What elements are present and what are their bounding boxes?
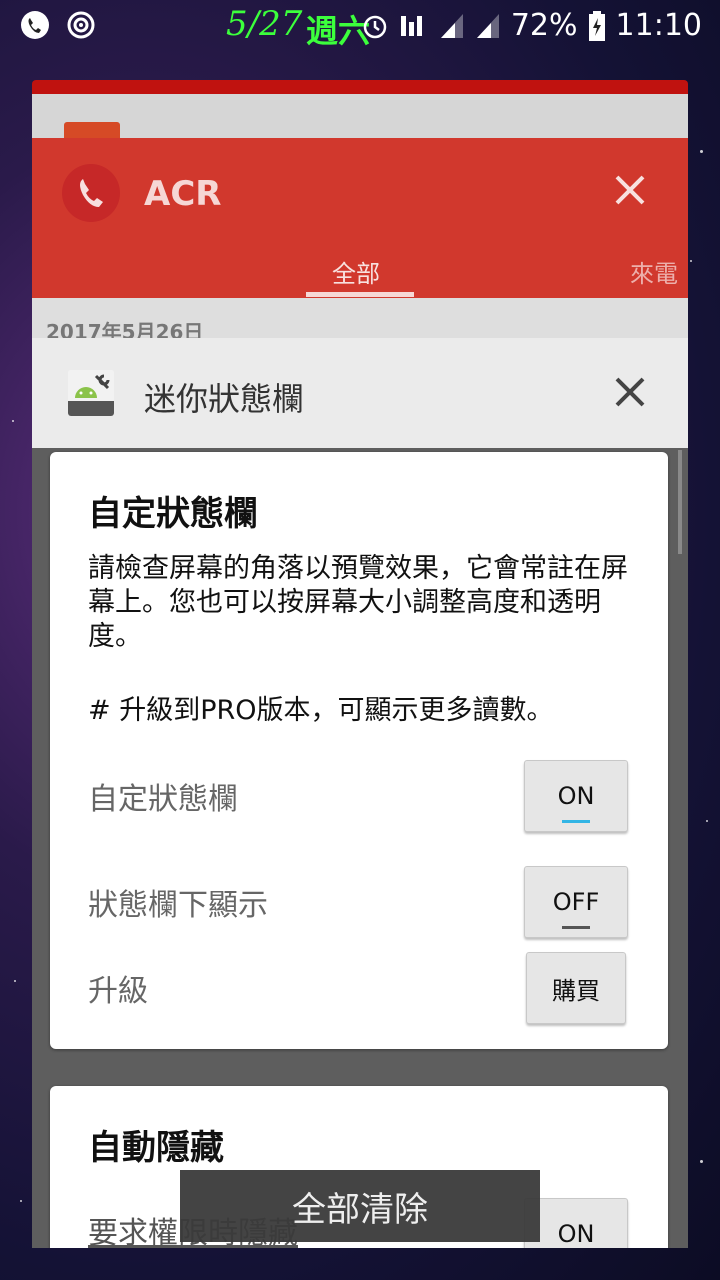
buy-button[interactable]: 購買 xyxy=(526,952,626,1024)
custom-statusbar-toggle[interactable]: ON xyxy=(524,760,628,832)
setting-label: 升級 xyxy=(88,974,148,1009)
alarm-icon xyxy=(363,15,387,38)
section-title: 自動隱藏 xyxy=(88,1128,224,1168)
tab-all-indicator xyxy=(306,292,414,297)
phone-icon xyxy=(80,179,103,207)
phone-call-icon xyxy=(21,11,49,39)
toggle-indicator xyxy=(562,926,590,929)
setting-label: 狀態欄下顯示 xyxy=(88,888,268,923)
recent-card-acr[interactable]: ACR 全部 來電 xyxy=(32,138,688,298)
toggle-text: ON xyxy=(557,1220,595,1248)
toggle-text: OFF xyxy=(552,888,600,916)
setting-label: 自定狀態欄 xyxy=(88,782,238,817)
clock: 11:10 xyxy=(615,8,702,43)
acr-app-icon xyxy=(62,164,120,222)
status-date: 5/27 xyxy=(226,4,303,44)
clear-all-button[interactable]: 全部清除 xyxy=(180,1170,540,1242)
section-title: 自定狀態欄 xyxy=(88,494,258,534)
below-statusbar-toggle[interactable]: OFF xyxy=(524,866,628,938)
signal-sim2-icon xyxy=(476,13,499,38)
close-icon[interactable] xyxy=(612,172,648,208)
battery-percent: 72% xyxy=(510,8,578,43)
4g-data-icon xyxy=(400,15,422,36)
tab-incoming[interactable]: 來電 xyxy=(630,254,678,289)
buy-button-label: 購買 xyxy=(552,976,600,1005)
tab-all[interactable]: 全部 xyxy=(332,254,380,289)
battery-charging-icon xyxy=(588,10,605,41)
close-icon[interactable] xyxy=(612,374,648,410)
pro-upgrade-note: # 升級到PRO版本，可顯示更多讀數。 xyxy=(88,695,554,726)
mini-statusbar-app-icon xyxy=(68,370,114,416)
section-description: 請檢查屏幕的角落以預覽效果，它會常註在屏幕上。您也可以按屏幕大小調整高度和透明度… xyxy=(88,553,628,652)
mini-statusbar-preview[interactable]: 自定狀態欄 請檢查屏幕的角落以預覽效果，它會常註在屏幕上。您也可以按屏幕大小調整… xyxy=(32,448,688,1248)
toggle-text: ON xyxy=(557,782,595,810)
wifi-hotspot-icon xyxy=(67,11,95,39)
mini-card-title: 迷你狀態欄 xyxy=(144,380,305,418)
recent-card-mini-statusbar[interactable]: 迷你狀態欄 xyxy=(32,338,688,448)
custom-statusbar-panel: 自定狀態欄 請檢查屏幕的角落以預覽效果，它會常註在屏幕上。您也可以按屏幕大小調整… xyxy=(50,452,668,1049)
toggle-indicator xyxy=(562,820,590,823)
acr-date-strip: 2017年5月26日 xyxy=(32,298,688,344)
status-bar: 5/27 週六 72% 11:10 xyxy=(0,0,720,52)
signal-sim1-icon xyxy=(440,13,463,38)
scrollbar[interactable] xyxy=(678,450,682,554)
acr-card-title: ACR xyxy=(144,174,222,214)
